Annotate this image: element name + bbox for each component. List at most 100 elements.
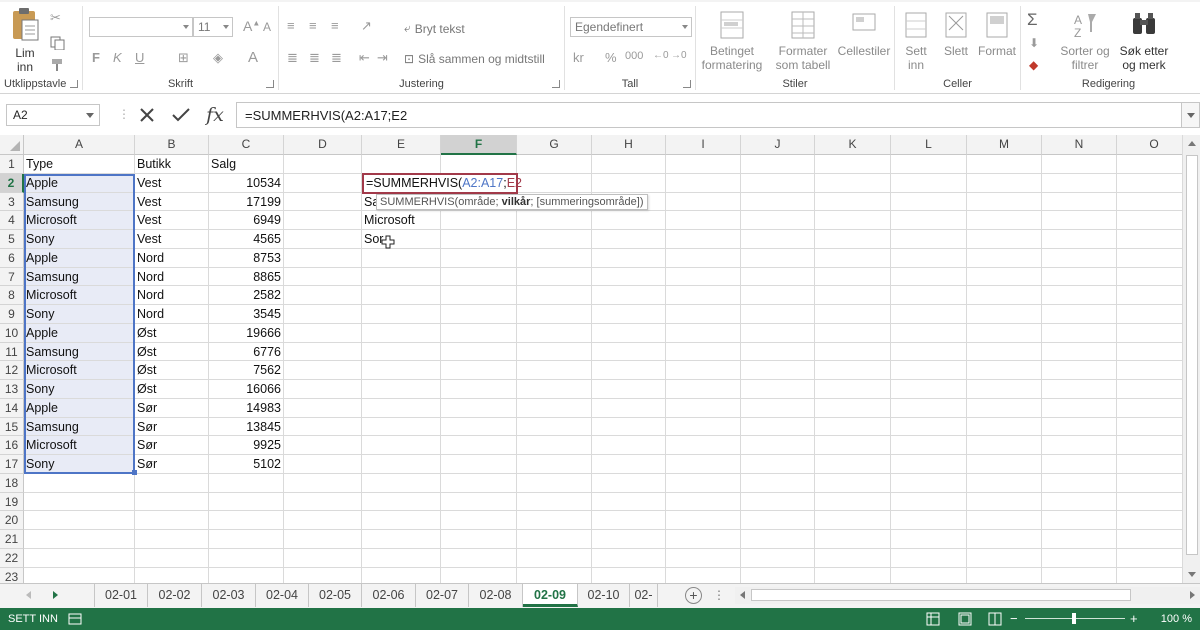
column-header-m[interactable]: M — [967, 135, 1042, 155]
cell[interactable] — [815, 230, 891, 249]
orientation-icon[interactable]: ↗ — [361, 18, 372, 34]
cell[interactable] — [891, 417, 967, 437]
cell[interactable] — [666, 455, 741, 474]
cell[interactable] — [517, 455, 592, 474]
cell[interactable] — [441, 567, 517, 583]
increase-decimal-icon[interactable]: ←0 — [653, 50, 669, 61]
zoom-in-icon[interactable]: + — [1130, 611, 1138, 626]
cell[interactable] — [1117, 493, 1182, 512]
cell[interactable] — [1117, 530, 1182, 549]
cell[interactable] — [967, 286, 1042, 305]
cell[interactable] — [666, 361, 741, 380]
cell[interactable] — [135, 511, 209, 530]
row-header-2[interactable]: 2 — [0, 173, 24, 193]
type-cell[interactable]: Microsoft — [24, 436, 135, 455]
cell[interactable] — [441, 473, 517, 493]
increase-indent-icon[interactable]: ⇥ — [377, 50, 388, 66]
cell[interactable] — [891, 455, 967, 474]
cell[interactable] — [362, 380, 441, 399]
delete-cells-button[interactable]: Slett — [935, 10, 977, 58]
cell[interactable] — [1042, 511, 1117, 530]
cell[interactable] — [592, 511, 666, 530]
scroll-left-icon[interactable] — [738, 590, 748, 600]
formula-input[interactable]: =SUMMERHVIS(A2:A17;E2 — [236, 102, 1181, 128]
cell[interactable] — [741, 267, 815, 287]
tab-split-handle-icon[interactable]: ⋮ — [713, 588, 725, 602]
cell[interactable] — [135, 530, 209, 549]
cell[interactable] — [1042, 173, 1117, 193]
store-cell[interactable]: Vest — [135, 192, 209, 212]
cell[interactable] — [592, 492, 666, 512]
range-resize-handle[interactable] — [132, 470, 137, 475]
cell[interactable] — [441, 305, 517, 324]
cell[interactable] — [592, 530, 666, 549]
cell[interactable] — [362, 342, 441, 362]
cell[interactable] — [741, 173, 815, 193]
row-header-20[interactable]: 20 — [0, 511, 24, 530]
cell[interactable] — [741, 530, 815, 549]
cell[interactable] — [24, 548, 135, 568]
type-cell[interactable]: Samsung — [24, 342, 135, 362]
cell[interactable] — [592, 548, 666, 568]
cell[interactable] — [1042, 436, 1117, 455]
sales-cell[interactable]: 6949 — [209, 211, 284, 230]
cell[interactable] — [362, 286, 441, 305]
row-header-10[interactable]: 10 — [0, 323, 24, 343]
cell[interactable] — [815, 286, 891, 305]
cell[interactable] — [1117, 305, 1182, 324]
cell[interactable] — [741, 417, 815, 437]
column-header-d[interactable]: D — [284, 135, 362, 155]
cell[interactable] — [666, 398, 741, 418]
cell[interactable] — [666, 342, 741, 362]
type-cell[interactable]: Sony — [24, 230, 135, 249]
cell[interactable] — [592, 155, 666, 174]
zoom-level[interactable]: 100 % — [1161, 613, 1192, 625]
cell[interactable] — [362, 155, 441, 174]
row-header-23[interactable]: 23 — [0, 567, 24, 583]
cell[interactable] — [891, 305, 967, 324]
row-header-11[interactable]: 11 — [0, 342, 24, 362]
autosum-icon[interactable]: Σ — [1027, 10, 1038, 30]
cell[interactable] — [815, 380, 891, 399]
cell[interactable] — [209, 492, 284, 512]
cell[interactable] — [284, 267, 362, 287]
cell[interactable] — [967, 361, 1042, 380]
cell[interactable] — [815, 267, 891, 287]
cell[interactable] — [891, 211, 967, 230]
cell[interactable] — [666, 530, 741, 549]
cell[interactable] — [517, 323, 592, 343]
type-cell[interactable]: Microsoft — [24, 286, 135, 305]
row-header-1[interactable]: 1 — [0, 155, 24, 174]
cell[interactable] — [592, 323, 666, 343]
cell[interactable] — [517, 267, 592, 287]
cell[interactable] — [1117, 361, 1182, 380]
cell[interactable] — [967, 305, 1042, 324]
sales-cell[interactable]: 13845 — [209, 417, 284, 437]
cell[interactable] — [666, 286, 741, 305]
cell[interactable] — [891, 380, 967, 399]
cell[interactable] — [517, 511, 592, 530]
editing-cell-F2[interactable]: =SUMMERHVIS(A2:A17;E2 — [362, 173, 522, 194]
cell[interactable] — [1117, 474, 1182, 493]
cell[interactable] — [741, 248, 815, 268]
cell[interactable] — [891, 436, 967, 455]
cell[interactable] — [1117, 249, 1182, 268]
cell[interactable] — [967, 230, 1042, 249]
cell[interactable] — [666, 548, 741, 568]
cell[interactable] — [1117, 211, 1182, 230]
cell[interactable] — [741, 192, 815, 212]
cell[interactable] — [441, 455, 517, 474]
column-header-b[interactable]: B — [135, 135, 209, 155]
cell[interactable] — [1042, 548, 1117, 568]
cell[interactable] — [1042, 380, 1117, 399]
cell[interactable] — [891, 230, 967, 249]
cell[interactable] — [815, 361, 891, 380]
cell[interactable] — [284, 342, 362, 362]
number-launcher-icon[interactable] — [683, 80, 691, 88]
cell[interactable] — [24, 511, 135, 530]
cell[interactable] — [362, 455, 441, 474]
cell[interactable] — [441, 286, 517, 305]
cell[interactable] — [666, 492, 741, 512]
cell[interactable] — [441, 530, 517, 549]
cell[interactable] — [666, 417, 741, 437]
